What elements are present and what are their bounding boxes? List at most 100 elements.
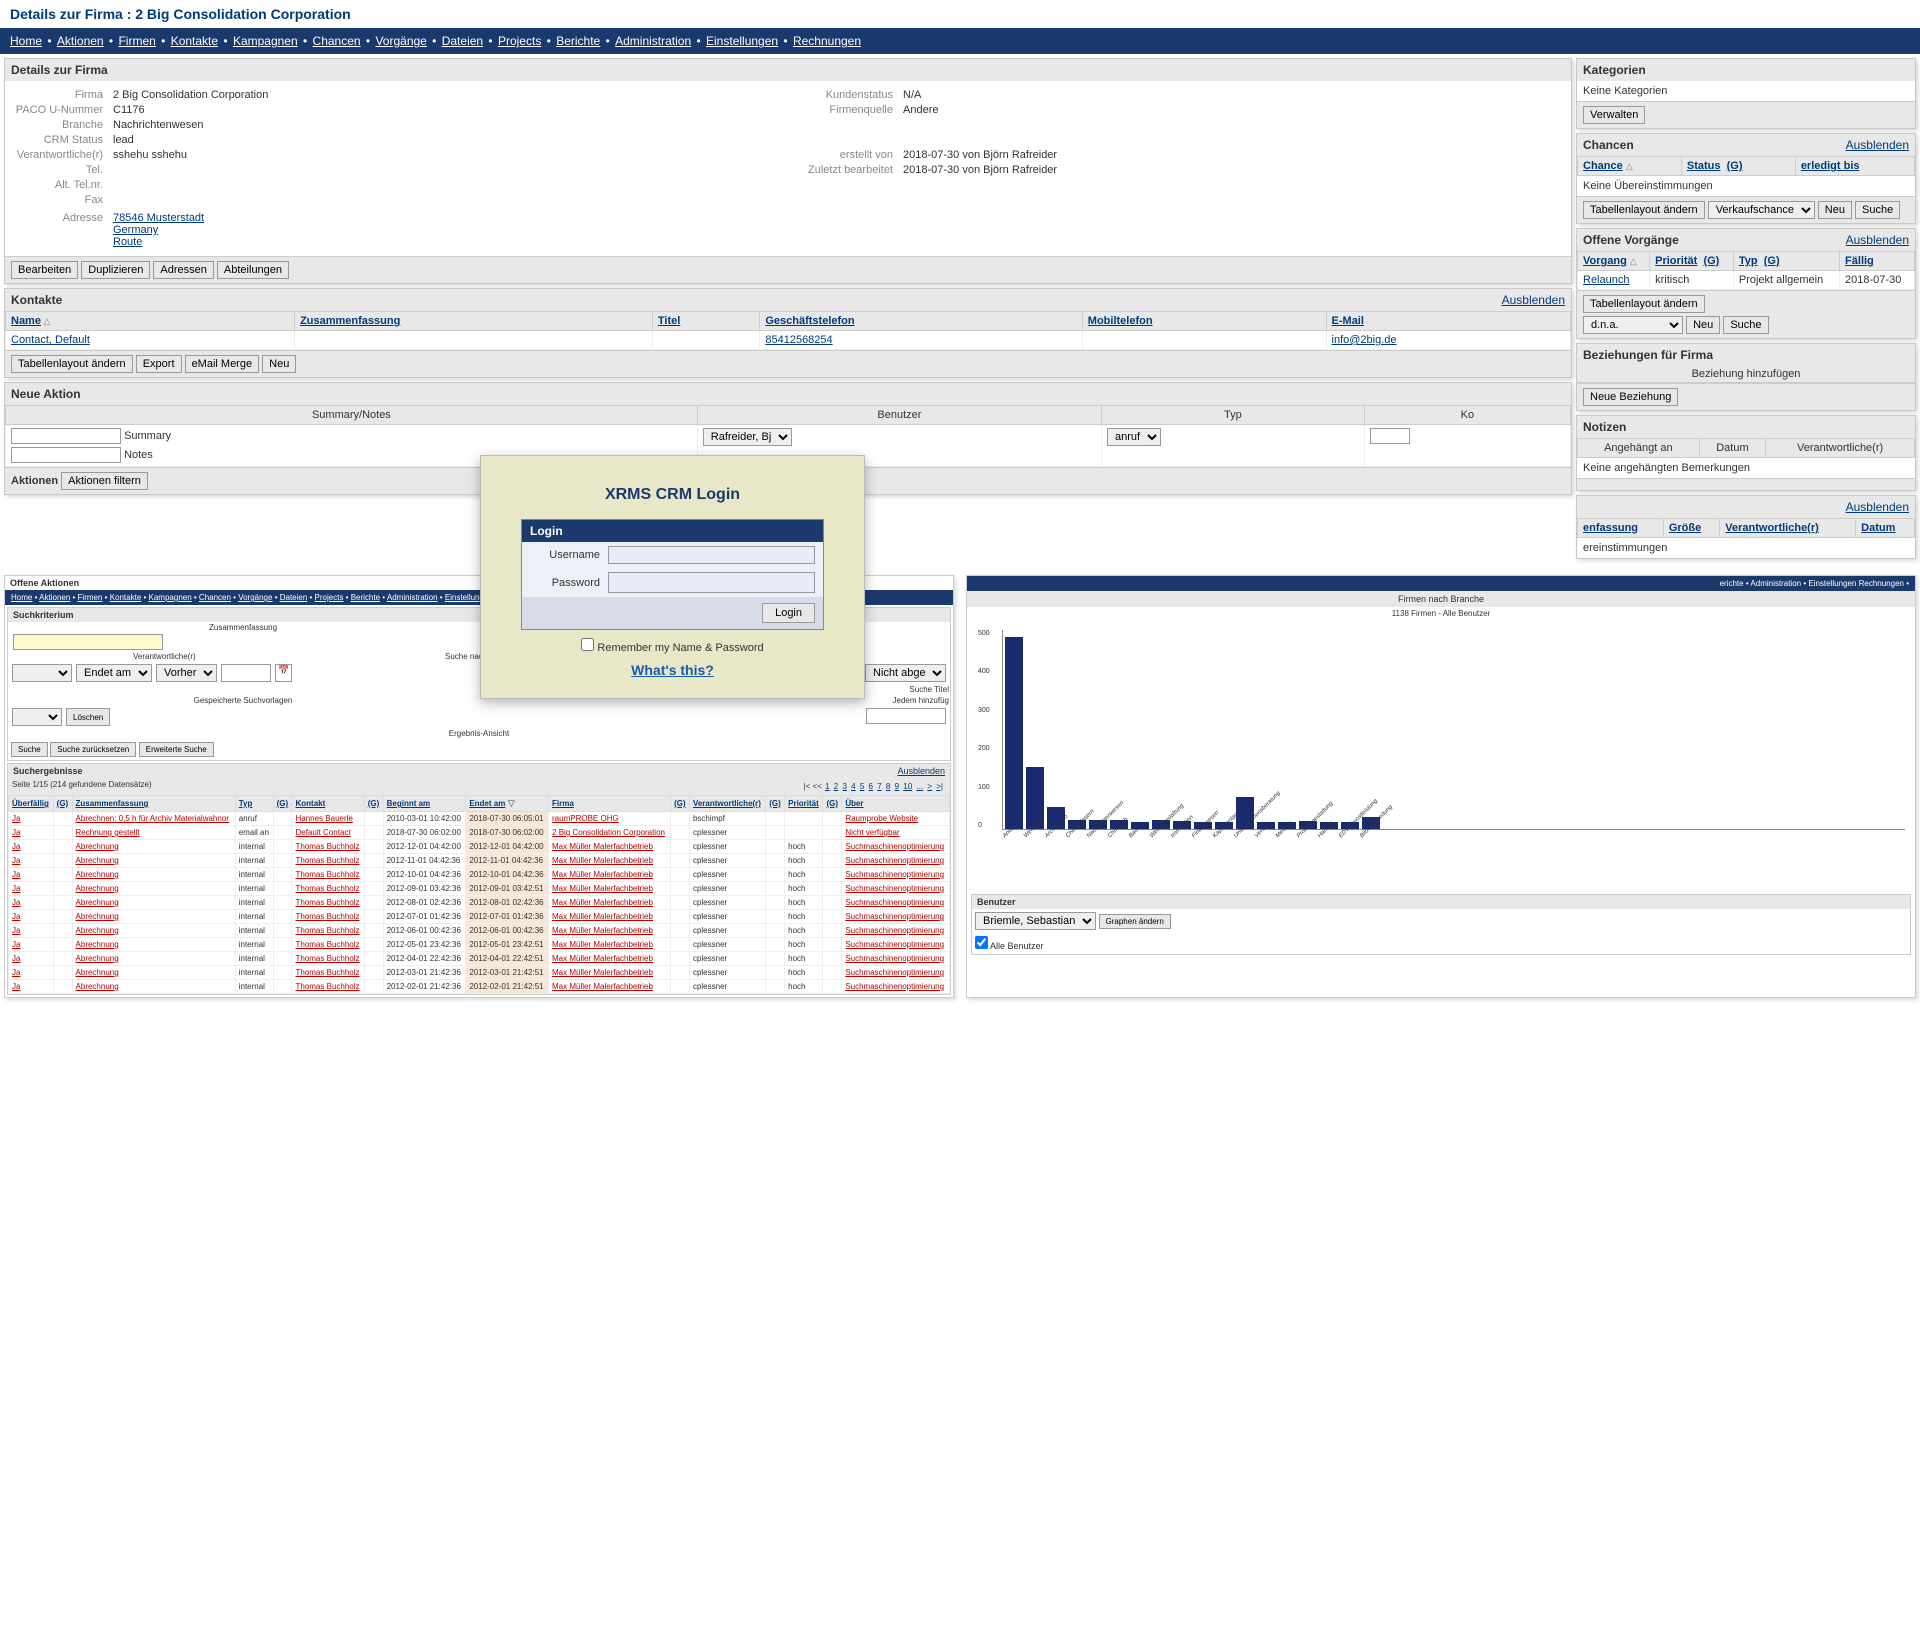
row-link[interactable]: Abrechnung <box>76 926 119 935</box>
vorgaenge-select[interactable]: d.n.a. <box>1583 316 1683 334</box>
row-link[interactable]: Max Müller Malerfachbetrieb <box>552 856 653 865</box>
row-link[interactable]: Max Müller Malerfachbetrieb <box>552 842 653 851</box>
row-link[interactable]: Abrechnung <box>76 884 119 893</box>
subnav-projects[interactable]: Projects <box>315 593 344 602</box>
zusammen-input[interactable] <box>13 634 163 650</box>
partial-ausblenden-link[interactable]: Ausblenden <box>1846 500 1909 514</box>
abteilungen-button[interactable]: Abteilungen <box>217 261 289 279</box>
neue-beziehung-button[interactable]: Neue Beziehung <box>1583 388 1678 406</box>
username-input[interactable] <box>608 546 815 564</box>
row-link[interactable]: 2 Big Consolidation Corporation <box>552 828 665 837</box>
verwalten-button[interactable]: Verwalten <box>1583 106 1645 124</box>
nav-dateien[interactable]: Dateien <box>442 34 483 48</box>
typ-col[interactable]: Typ <box>1739 255 1758 267</box>
erweiterte-suche-button[interactable]: Erweiterte Suche <box>139 742 214 757</box>
nav-einstellungen[interactable]: Einstellungen <box>706 34 778 48</box>
result-col-9[interactable]: Firma <box>552 799 574 808</box>
jedem-input[interactable] <box>866 708 946 724</box>
subnav-administration[interactable]: Administration <box>387 593 438 602</box>
kontakte-col-0[interactable]: Name <box>11 315 41 327</box>
subnav-firmen[interactable]: Firmen <box>78 593 103 602</box>
result-col-8[interactable]: Endet am <box>469 799 505 808</box>
nav-home[interactable]: Home <box>10 34 42 48</box>
ergebnisse-ausblenden-link[interactable]: Ausblenden <box>897 766 945 776</box>
nav-chancen[interactable]: Chancen <box>313 34 361 48</box>
row-link[interactable]: Hannes Bauerle <box>295 814 352 823</box>
nav-kampagnen[interactable]: Kampagnen <box>233 34 298 48</box>
page-9[interactable]: 9 <box>895 782 899 791</box>
row-link[interactable]: Thomas Buchholz <box>295 884 359 893</box>
page->[interactable]: > <box>927 782 932 791</box>
row-link[interactable]: Ja <box>12 926 20 935</box>
partial-col-3[interactable]: Verantwortliche(r) <box>1725 522 1819 534</box>
vorgaenge-ausblenden-link[interactable]: Ausblenden <box>1846 233 1909 247</box>
row-link[interactable]: Suchmaschinenoptimierung <box>845 926 944 935</box>
page-7[interactable]: 7 <box>877 782 881 791</box>
alle-benutzer-checkbox[interactable] <box>975 936 988 949</box>
kontakte-col-5[interactable]: E-Mail <box>1332 315 1364 327</box>
row-link[interactable]: Abrechnung <box>76 898 119 907</box>
row-link[interactable]: Suchmaschinenoptimierung <box>845 842 944 851</box>
row-link[interactable]: Suchmaschinenoptimierung <box>845 898 944 907</box>
partial-col-1[interactable]: enfassung <box>1583 522 1638 534</box>
result-col-2[interactable]: Zusammenfassung <box>76 799 149 808</box>
contact-name-link[interactable]: Contact, Default <box>11 334 90 346</box>
page-6[interactable]: 6 <box>869 782 873 791</box>
row-link[interactable]: Suchmaschinenoptimierung <box>845 912 944 921</box>
subnav-kontakte[interactable]: Kontakte <box>110 593 142 602</box>
result-col-4[interactable]: (G) <box>277 799 289 808</box>
chancen-type-select[interactable]: Verkaufschance <box>1708 201 1815 219</box>
row-link[interactable]: Ja <box>12 884 20 893</box>
date-input[interactable] <box>221 664 271 682</box>
row-link[interactable]: Max Müller Malerfachbetrieb <box>552 884 653 893</box>
row-link[interactable]: Ja <box>12 814 20 823</box>
row-link[interactable]: Default Contact <box>295 828 350 837</box>
bearbeiten-button[interactable]: Bearbeiten <box>11 261 78 279</box>
benutzer-select-chart[interactable]: Briemle, Sebastian <box>975 912 1096 930</box>
status-g-col[interactable]: (G) <box>1727 160 1743 172</box>
row-link[interactable]: Max Müller Malerfachbetrieb <box>552 982 653 991</box>
row-link[interactable]: Raumprobe Website <box>845 814 918 823</box>
row-link[interactable]: Max Müller Malerfachbetrieb <box>552 968 653 977</box>
row-link[interactable]: Thomas Buchholz <box>295 898 359 907</box>
nav-vorgänge[interactable]: Vorgänge <box>375 34 426 48</box>
result-col-11[interactable]: Verantwortliche(r) <box>693 799 761 808</box>
prio-g-col[interactable]: (G) <box>1703 255 1719 267</box>
kontakte-col-3[interactable]: Geschäftstelefon <box>765 315 854 327</box>
row-link[interactable]: Suchmaschinenoptimierung <box>845 940 944 949</box>
ko-input[interactable] <box>1370 428 1410 444</box>
chancen-ausblenden-link[interactable]: Ausblenden <box>1846 138 1909 152</box>
row-link[interactable]: Ja <box>12 940 20 949</box>
suche-button[interactable]: Suche <box>11 742 48 757</box>
row-link[interactable]: Ja <box>12 842 20 851</box>
page-10[interactable]: 10 <box>903 782 912 791</box>
nav-kontakte[interactable]: Kontakte <box>171 34 218 48</box>
subnav-dateien[interactable]: Dateien <box>280 593 308 602</box>
kontakte-ausblenden-link[interactable]: Ausblenden <box>1502 293 1565 307</box>
row-link[interactable]: Abrechnung <box>76 940 119 949</box>
page-1[interactable]: 1 <box>825 782 829 791</box>
row-link[interactable]: Thomas Buchholz <box>295 912 359 921</box>
whats-this-link[interactable]: What's this? <box>631 662 714 678</box>
row-link[interactable]: Abrechnen: 0,5 h für Archiv Materialwahn… <box>76 814 229 823</box>
nav-firmen[interactable]: Firmen <box>118 34 155 48</box>
row-link[interactable]: Thomas Buchholz <box>295 968 359 977</box>
row-link[interactable]: Thomas Buchholz <box>295 870 359 879</box>
row-link[interactable]: Suchmaschinenoptimierung <box>845 856 944 865</box>
page-5[interactable]: 5 <box>860 782 864 791</box>
summary-input[interactable] <box>11 428 121 444</box>
result-col-12[interactable]: (G) <box>769 799 781 808</box>
chancen-neu-button[interactable]: Neu <box>1818 201 1852 219</box>
vorgang-link[interactable]: Relaunch <box>1583 274 1629 286</box>
prio-col[interactable]: Priorität <box>1655 255 1697 267</box>
vorgaenge-suche-button[interactable]: Suche <box>1723 316 1768 334</box>
remember-checkbox[interactable] <box>581 638 594 651</box>
email-merge-button[interactable]: eMail Merge <box>185 355 260 373</box>
row-link[interactable]: Ja <box>12 870 20 879</box>
row-link[interactable]: Abrechnung <box>76 968 119 977</box>
nav-rechnungen[interactable]: Rechnungen <box>793 34 861 48</box>
row-link[interactable]: Suchmaschinenoptimierung <box>845 968 944 977</box>
row-link[interactable]: Max Müller Malerfachbetrieb <box>552 926 653 935</box>
row-link[interactable]: Abrechnung <box>76 954 119 963</box>
row-link[interactable]: Ja <box>12 982 20 991</box>
